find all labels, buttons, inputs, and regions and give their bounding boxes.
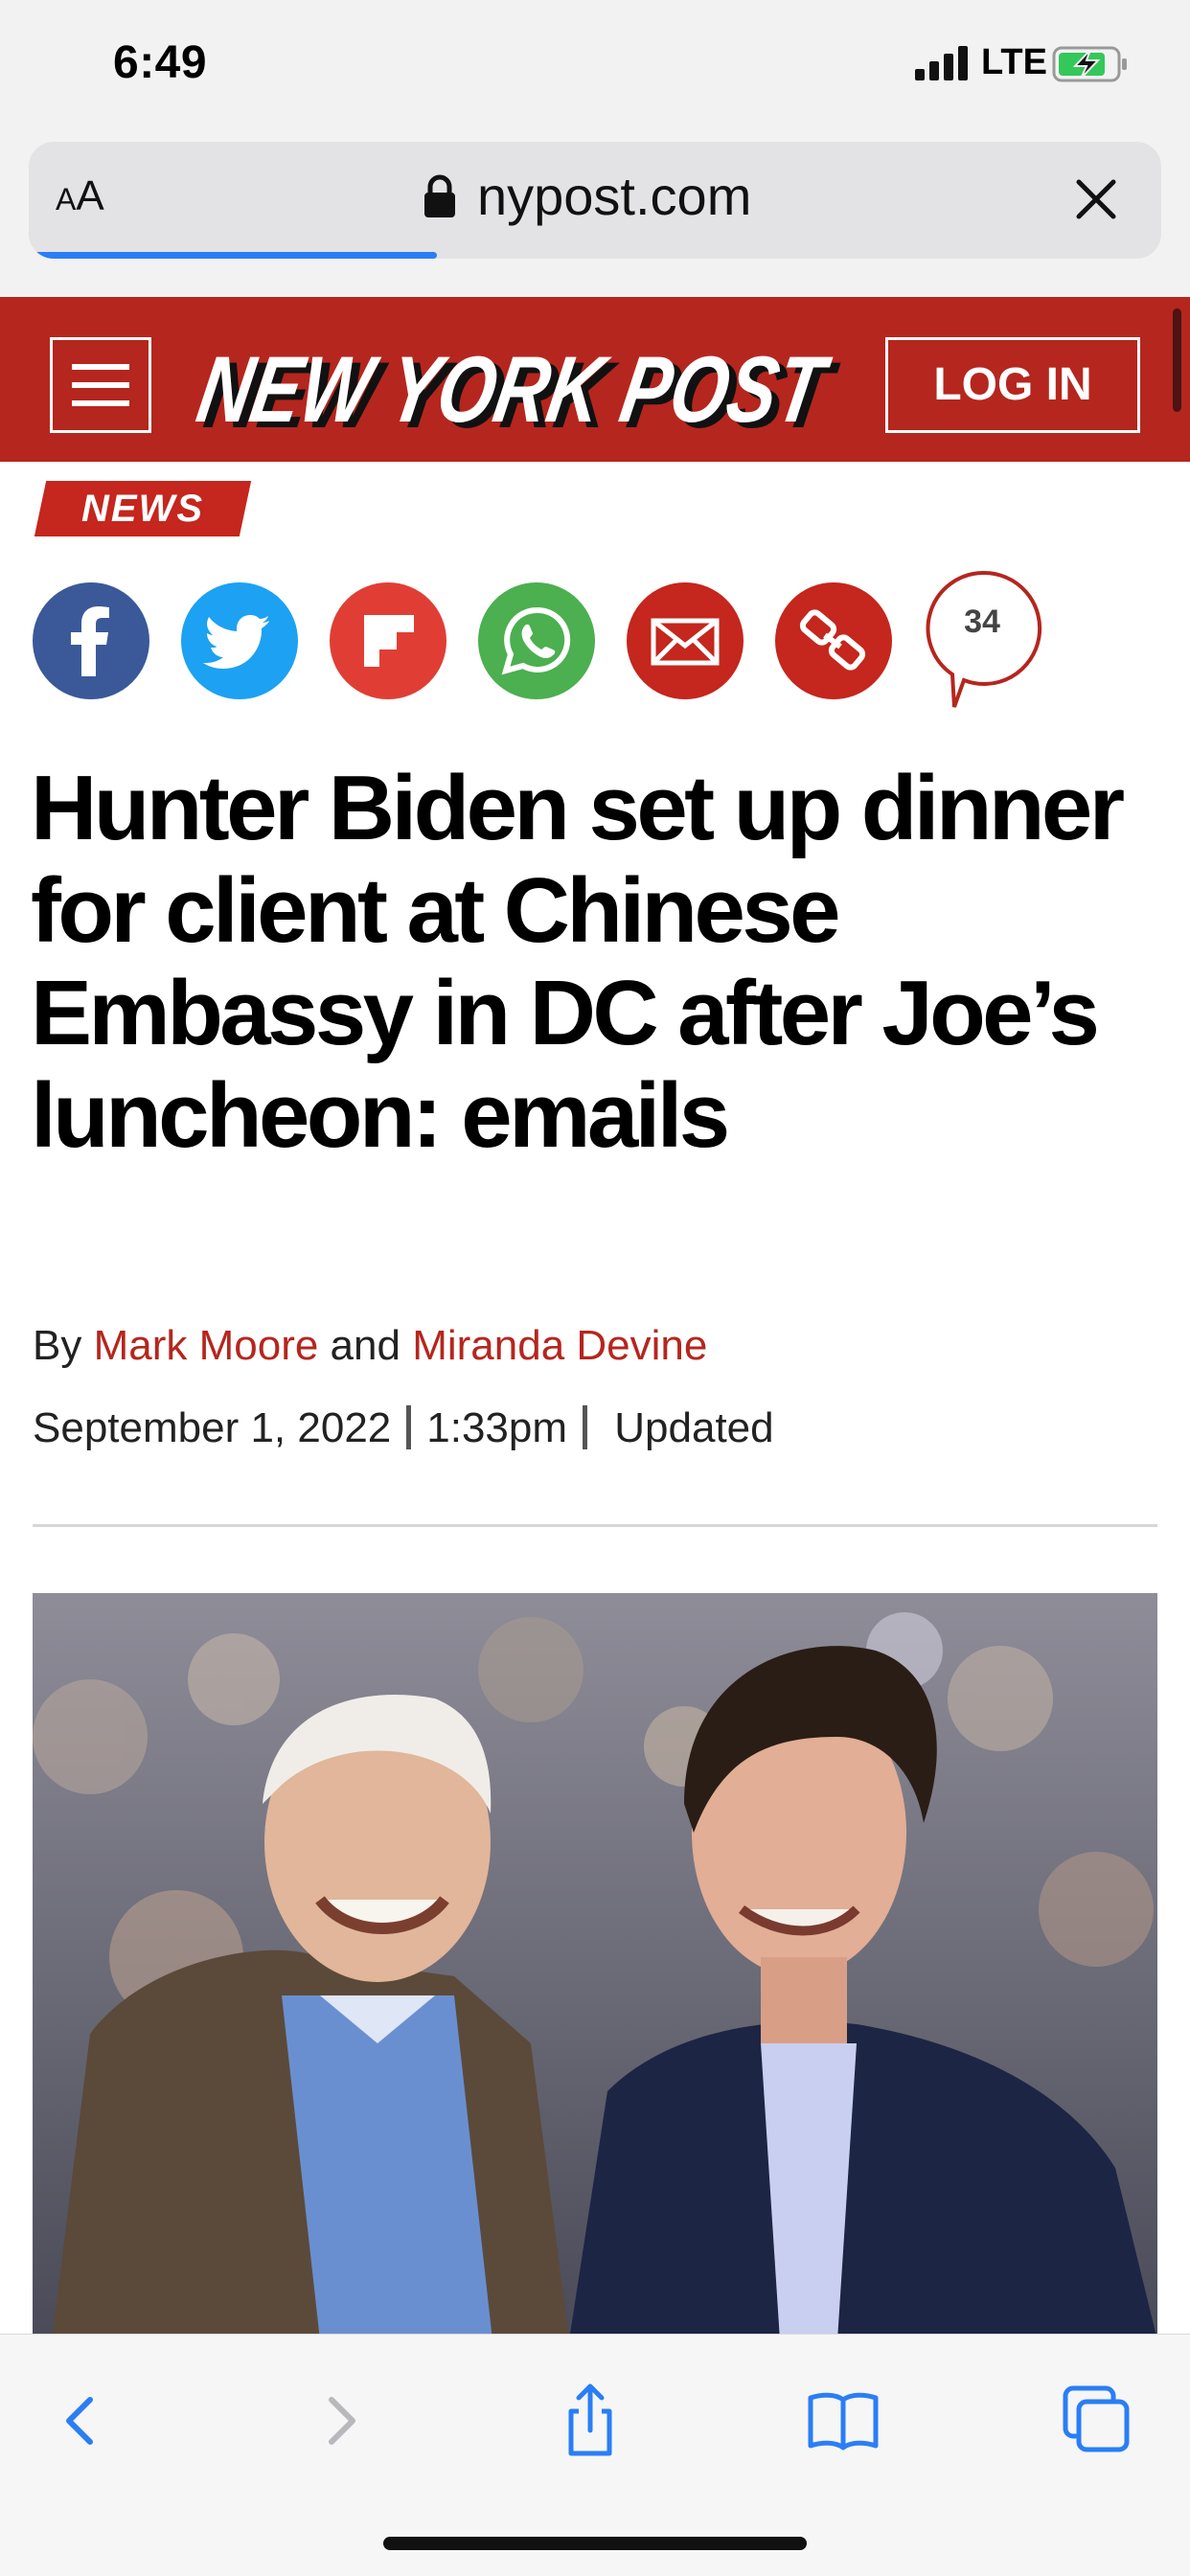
whatsapp-icon <box>478 582 595 699</box>
share-icon[interactable] <box>552 2382 629 2459</box>
facebook-share-button[interactable] <box>33 582 149 699</box>
lock-icon <box>424 174 455 217</box>
byline-prefix: By <box>33 1322 82 1369</box>
section-tag[interactable]: NEWS <box>40 481 245 536</box>
byline: By Mark Moore and Miranda Devine <box>33 1322 707 1370</box>
home-indicator[interactable] <box>383 2537 807 2550</box>
article-photo[interactable] <box>33 1593 1157 2340</box>
svg-text:NEW YORK POST: NEW YORK POST <box>192 337 837 441</box>
comment-count[interactable]: 34 <box>922 604 1042 641</box>
facebook-icon <box>33 582 149 699</box>
copy-link-share-button[interactable] <box>775 582 892 699</box>
text-size-button[interactable]: AA <box>56 172 104 220</box>
byline-conjunction: and <box>330 1322 400 1369</box>
article-photo-image <box>33 1593 1157 2340</box>
tabs-icon[interactable] <box>1058 2382 1134 2459</box>
scroll-indicator <box>1173 308 1181 412</box>
publish-date: September 1, 2022 <box>33 1404 392 1451</box>
back-icon[interactable] <box>44 2382 121 2459</box>
email-share-button[interactable] <box>627 582 744 699</box>
menu-button[interactable] <box>50 337 151 433</box>
site-logo[interactable]: NEW YORK POST NEW YORK POST <box>192 326 849 441</box>
dateline: September 1, 2022 1:33pm Updated <box>33 1404 774 1452</box>
forward-icon[interactable] <box>301 2382 378 2459</box>
address-bar[interactable]: AA nypost.com <box>29 142 1161 259</box>
divider <box>33 1524 1157 1527</box>
battery-charging-icon <box>1052 46 1127 82</box>
status-time: 6:49 <box>113 37 208 88</box>
site-header: NEW YORK POST NEW YORK POST LOG IN <box>0 297 1190 462</box>
twitter-share-button[interactable] <box>181 582 298 699</box>
publish-time: 1:33pm <box>426 1404 568 1451</box>
network-label: LTE <box>981 42 1047 82</box>
author-link[interactable]: Mark Moore <box>94 1322 319 1369</box>
url-domain[interactable]: nypost.com <box>477 165 751 227</box>
separator <box>583 1405 588 1449</box>
author-link[interactable]: Miranda Devine <box>412 1322 707 1369</box>
close-icon[interactable] <box>1075 178 1117 220</box>
flipboard-share-button[interactable] <box>330 582 446 699</box>
updated-label[interactable]: Updated <box>614 1404 773 1451</box>
copy-link-icon <box>775 582 892 699</box>
login-button[interactable]: LOG IN <box>885 337 1140 433</box>
signal-icon <box>915 46 968 80</box>
article-headline: Hunter Biden set up dinner for client at… <box>31 757 1125 1167</box>
whatsapp-share-button[interactable] <box>478 582 595 699</box>
page-load-progress <box>29 252 437 259</box>
bookmarks-icon[interactable] <box>805 2382 881 2459</box>
flipboard-icon <box>330 582 446 699</box>
email-icon <box>627 582 744 699</box>
separator <box>406 1405 412 1449</box>
twitter-icon <box>181 582 298 699</box>
